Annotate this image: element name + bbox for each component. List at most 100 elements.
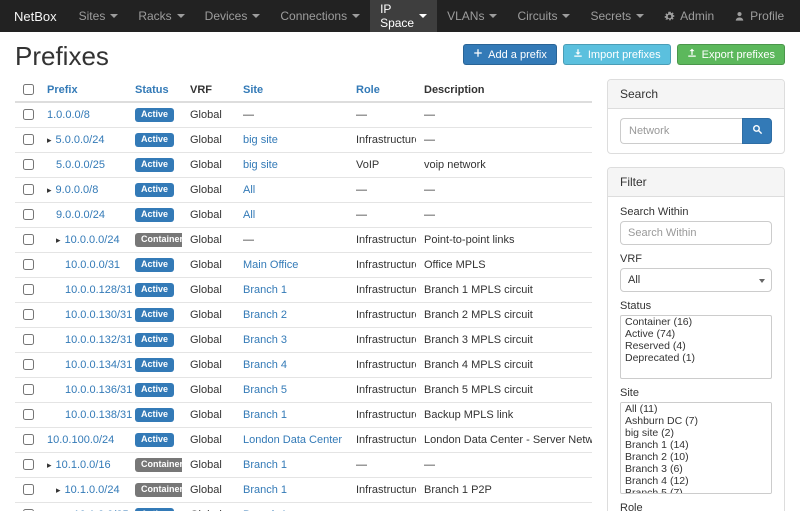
description-cell: Branch 4 MPLS circuit: [416, 352, 592, 377]
filter-option[interactable]: Branch 2 (10): [621, 451, 771, 463]
row-checkbox[interactable]: [23, 109, 34, 120]
expand-caret-icon[interactable]: ▸: [47, 135, 52, 145]
site-link[interactable]: Branch 5: [243, 384, 287, 396]
filter-option[interactable]: Branch 1 (14): [621, 439, 771, 451]
role-cell: Infrastructure: [348, 227, 416, 252]
prefix-link[interactable]: 9.0.0.0/24: [56, 209, 105, 221]
site-link[interactable]: Branch 1: [243, 284, 287, 296]
column-header-role[interactable]: Role: [348, 79, 416, 102]
site-link[interactable]: London Data Center: [243, 434, 342, 446]
prefix-link[interactable]: 10.1.0.0/24: [65, 484, 120, 496]
site-cell: big site: [235, 152, 348, 177]
add-prefix-button[interactable]: Add a prefix: [463, 44, 557, 65]
vrf-select[interactable]: All: [620, 268, 772, 292]
row-checkbox[interactable]: [23, 384, 34, 395]
column-header-site[interactable]: Site: [235, 79, 348, 102]
nav-item-devices[interactable]: Devices: [195, 0, 271, 32]
expand-caret-icon[interactable]: ▸: [47, 185, 52, 195]
nav-item-connections[interactable]: Connections: [270, 0, 370, 32]
nav-item-circuits[interactable]: Circuits: [507, 0, 580, 32]
prefix-link[interactable]: 10.0.0.128/31: [65, 284, 132, 296]
prefix-link[interactable]: 10.0.0.134/31: [65, 359, 132, 371]
nav-item-vlans[interactable]: VLANs: [437, 0, 507, 32]
filter-option[interactable]: Deprecated (1): [621, 352, 771, 364]
column-header-status[interactable]: Status: [127, 79, 182, 102]
column-header-prefix[interactable]: Prefix: [39, 79, 127, 102]
search-within-label: Search Within: [620, 206, 772, 218]
prefix-link[interactable]: 10.1.0.0/16: [56, 459, 111, 471]
status-filter-listbox[interactable]: Container (16)Active (74)Reserved (4)Dep…: [620, 315, 772, 379]
row-checkbox[interactable]: [23, 209, 34, 220]
nav-item-racks[interactable]: Racks: [128, 0, 194, 32]
prefix-link[interactable]: 10.0.0.0/24: [65, 234, 120, 246]
site-link[interactable]: Branch 2: [243, 309, 287, 321]
expand-caret-icon[interactable]: ▸: [56, 235, 61, 245]
nav-item-profile[interactable]: Profile: [724, 0, 794, 32]
column-header-description: Description: [416, 79, 592, 102]
site-link[interactable]: big site: [243, 134, 278, 146]
prefix-cell: ▸ 10.0.0.0/24: [39, 227, 127, 252]
row-checkbox[interactable]: [23, 259, 34, 270]
row-checkbox[interactable]: [23, 334, 34, 345]
select-all-checkbox[interactable]: [23, 84, 34, 95]
site-filter-listbox[interactable]: All (11)Ashburn DC (7)big site (2)Branch…: [620, 402, 772, 494]
site-link[interactable]: Branch 1: [243, 484, 287, 496]
prefix-link[interactable]: 5.0.0.0/25: [56, 159, 105, 171]
search-input[interactable]: [620, 118, 742, 144]
expand-caret-icon[interactable]: ▸: [47, 460, 52, 470]
site-link[interactable]: All: [243, 209, 255, 221]
filter-option[interactable]: All (11): [621, 403, 771, 415]
row-checkbox[interactable]: [23, 484, 34, 495]
search-button[interactable]: [742, 118, 772, 144]
row-checkbox[interactable]: [23, 159, 34, 170]
nav-item-secrets[interactable]: Secrets: [580, 0, 654, 32]
row-checkbox[interactable]: [23, 134, 34, 145]
export-prefixes-button[interactable]: Export prefixes: [677, 44, 785, 65]
nav-item-ip-space[interactable]: IP Space: [370, 0, 437, 32]
prefix-link[interactable]: 9.0.0.0/8: [56, 184, 99, 196]
prefix-link[interactable]: 10.0.0.0/31: [65, 259, 120, 271]
nav-item-admin[interactable]: Admin: [654, 0, 724, 32]
filter-panel-title: Filter: [608, 168, 784, 197]
filter-option[interactable]: Branch 5 (7): [621, 487, 771, 494]
prefix-link[interactable]: 10.0.100.0/24: [47, 434, 114, 446]
filter-option[interactable]: Branch 3 (6): [621, 463, 771, 475]
prefix-link[interactable]: 1.0.0.0/8: [47, 109, 90, 121]
brand[interactable]: NetBox: [8, 0, 69, 32]
site-link[interactable]: Main Office: [243, 259, 298, 271]
site-link[interactable]: Branch 4: [243, 359, 287, 371]
filter-option[interactable]: Ashburn DC (7): [621, 415, 771, 427]
row-checkbox[interactable]: [23, 434, 34, 445]
nav-item-log-out[interactable]: Log out: [794, 0, 800, 32]
row-checkbox[interactable]: [23, 409, 34, 420]
row-checkbox[interactable]: [23, 459, 34, 470]
nav-item-sites[interactable]: Sites: [69, 0, 129, 32]
site-link[interactable]: Branch 1: [243, 459, 287, 471]
site-link[interactable]: All: [243, 184, 255, 196]
filter-option[interactable]: Container (16): [621, 316, 771, 328]
filter-option[interactable]: Active (74): [621, 328, 771, 340]
filter-option[interactable]: Reserved (4): [621, 340, 771, 352]
filter-option[interactable]: Branch 4 (12): [621, 475, 771, 487]
expand-caret-icon[interactable]: ▸: [56, 485, 61, 495]
prefix-link[interactable]: 10.0.0.136/31: [65, 384, 132, 396]
site-link[interactable]: Branch 1: [243, 409, 287, 421]
row-checkbox[interactable]: [23, 184, 34, 195]
search-icon: [752, 123, 763, 138]
prefix-link[interactable]: 5.0.0.0/24: [56, 134, 105, 146]
prefix-link[interactable]: 10.0.0.130/31: [65, 309, 132, 321]
table-row: 10.0.0.132/31ActiveGlobalBranch 3Infrast…: [15, 327, 592, 352]
search-within-input[interactable]: [620, 221, 772, 245]
filter-option[interactable]: big site (2): [621, 427, 771, 439]
row-checkbox[interactable]: [23, 234, 34, 245]
row-checkbox[interactable]: [23, 284, 34, 295]
site-link[interactable]: big site: [243, 159, 278, 171]
prefix-link[interactable]: 10.0.0.138/31: [65, 409, 132, 421]
site-cell: Branch 3: [235, 327, 348, 352]
prefix-link[interactable]: 10.0.0.132/31: [65, 334, 132, 346]
status-cell: Container: [127, 477, 182, 502]
row-checkbox[interactable]: [23, 309, 34, 320]
row-checkbox[interactable]: [23, 359, 34, 370]
import-prefixes-button[interactable]: Import prefixes: [563, 44, 671, 65]
site-link[interactable]: Branch 3: [243, 334, 287, 346]
